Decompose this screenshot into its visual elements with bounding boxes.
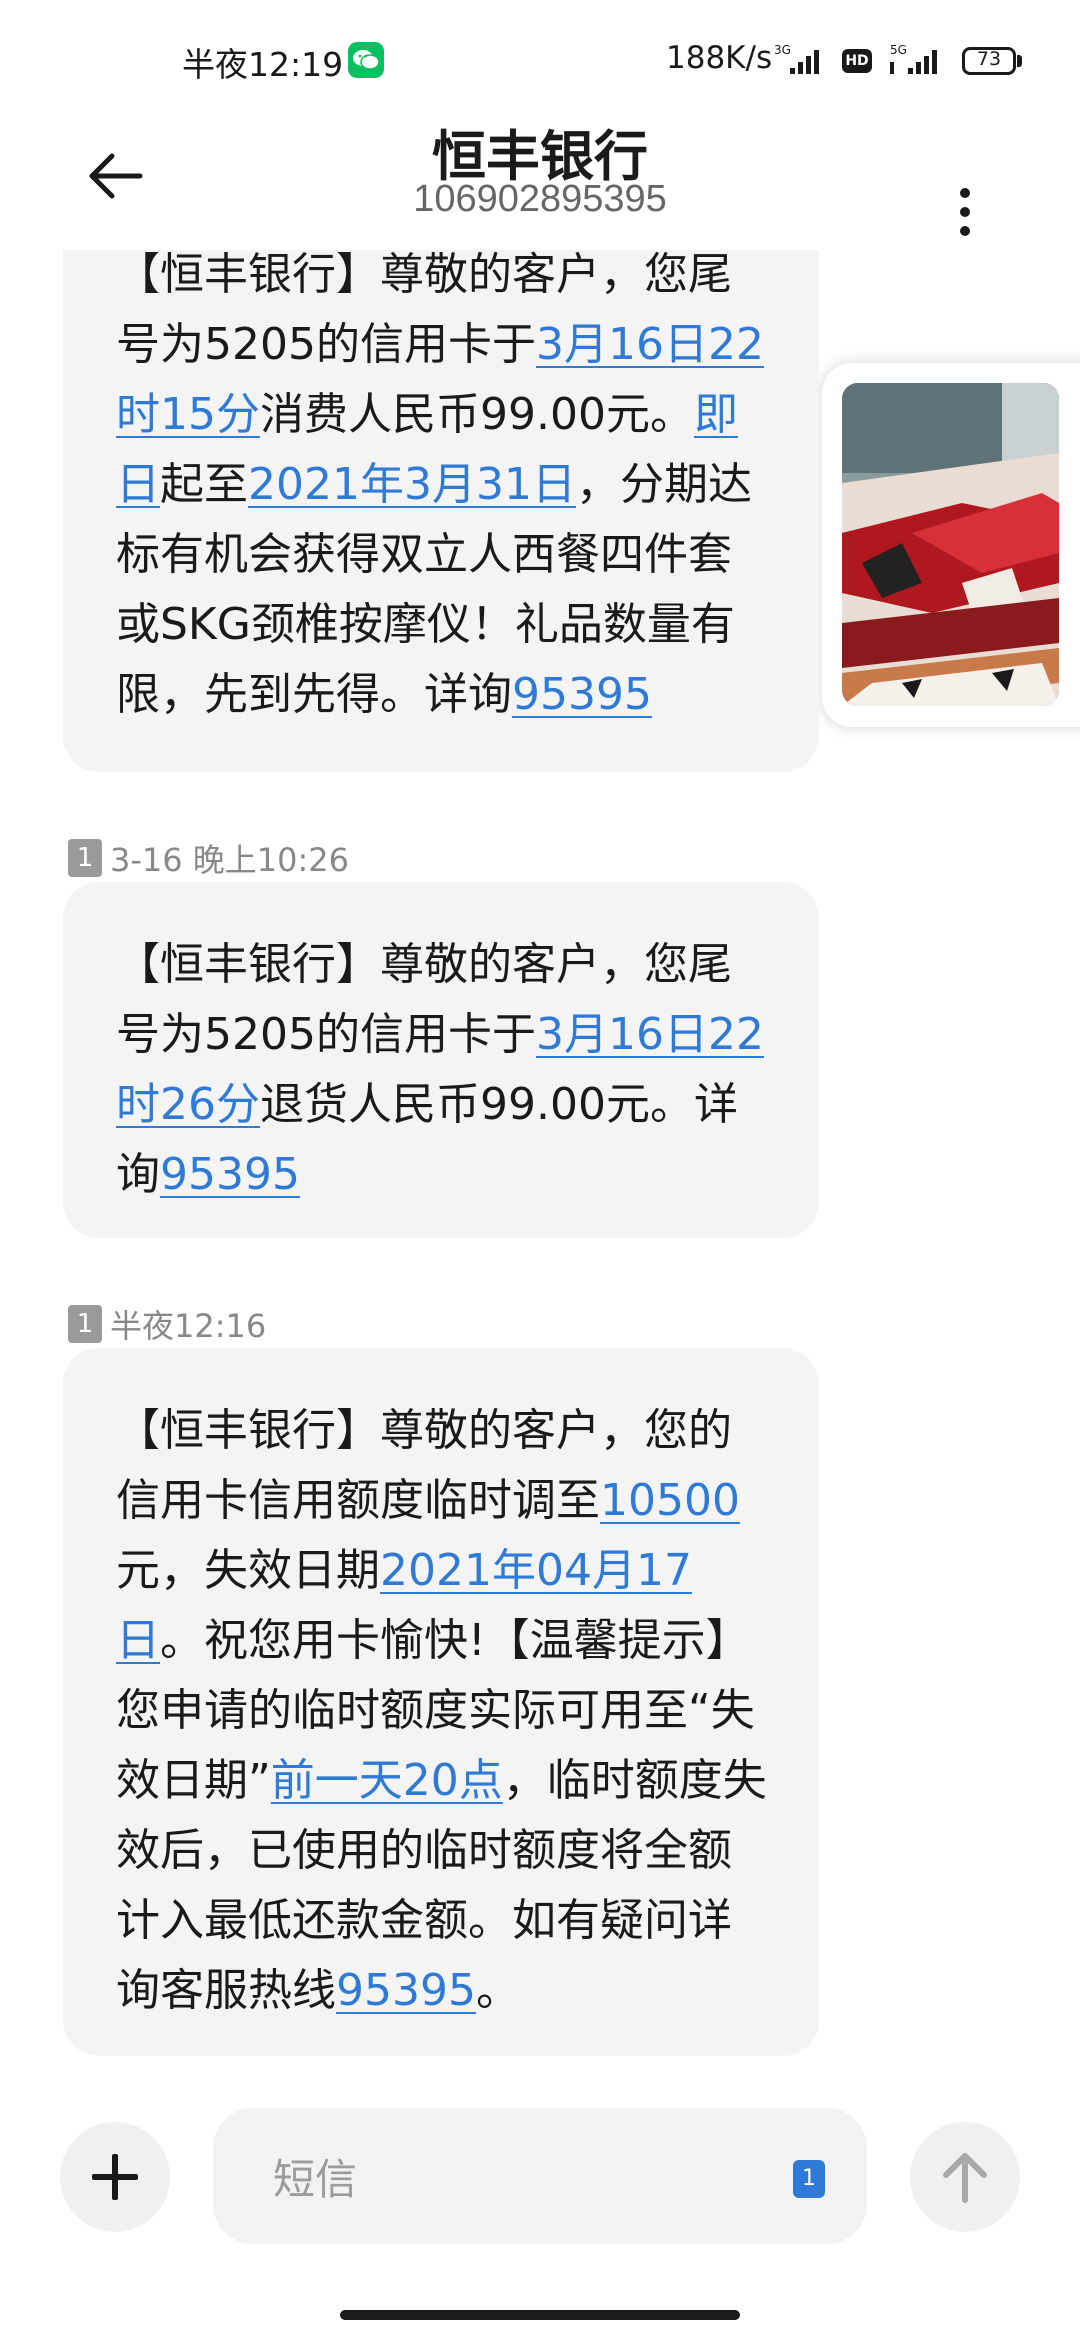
add-attachment-button[interactable] xyxy=(60,2122,170,2232)
contact-number: 106902895395 xyxy=(413,178,667,220)
send-arrow-icon xyxy=(943,2153,987,2203)
number-link[interactable]: 10500 xyxy=(600,1475,740,1526)
message-text-segment: 起至 xyxy=(160,459,248,510)
battery-icon: 73 xyxy=(962,47,1016,75)
battery-level: 73 xyxy=(976,48,1002,70)
message-timestamp: 1 半夜12:16 xyxy=(68,1301,266,1345)
conversation-header: 恒丰银行 106902895395 xyxy=(0,100,1080,250)
timestamp-text: 半夜12:16 xyxy=(110,1307,267,1345)
message-text: 【恒丰银行】尊敬的客户，您尾号为5205的信用卡于3月16日22时15分消费人民… xyxy=(116,249,764,720)
message-timestamp: 1 3-16 晚上10:26 xyxy=(68,835,349,879)
hd-badge: HD xyxy=(842,49,872,73)
message-text-segment: 。 xyxy=(475,1965,520,2016)
sms-input[interactable]: 短信 1 xyxy=(213,2108,867,2244)
sim-card-icon: 1 xyxy=(68,1305,102,1343)
signal-3g-icon: 3G xyxy=(774,43,819,74)
phone-link[interactable]: 95395 xyxy=(512,669,652,720)
sim-select-button[interactable]: 1 xyxy=(793,2160,825,2198)
message-text: 【恒丰银行】尊敬的客户，您的信用卡信用额度临时调至10500元，失效日期2021… xyxy=(116,1405,767,2016)
floating-image-preview[interactable] xyxy=(822,363,1080,727)
more-vertical-icon[interactable] xyxy=(940,140,990,236)
message-text-segment: 消费人民币99.00元。 xyxy=(260,389,694,440)
signal-5g-label: 5G xyxy=(890,43,907,57)
battery-cap xyxy=(1017,55,1022,67)
time-link[interactable]: 前一天20点 xyxy=(271,1755,503,1806)
input-placeholder: 短信 xyxy=(273,2155,358,2204)
message-text-segment: 元，失效日期 xyxy=(116,1545,380,1596)
signal-5g-icon: 5G xyxy=(890,43,937,74)
phone-link[interactable]: 95395 xyxy=(336,1965,476,2016)
send-button[interactable] xyxy=(910,2122,1020,2232)
preview-thumbnail xyxy=(842,383,1059,706)
timestamp-text: 3-16 晚上10:26 xyxy=(110,841,350,879)
wechat-icon xyxy=(348,42,384,78)
phone-link[interactable]: 95395 xyxy=(160,1149,300,1200)
date-link[interactable]: 2021年3月31日 xyxy=(248,459,576,510)
sim-card-icon: 1 xyxy=(68,839,102,877)
message-bubble[interactable]: 【恒丰银行】尊敬的客户，您尾号为5205的信用卡于3月16日22时26分退货人民… xyxy=(63,882,819,1238)
network-speed: 188K/s xyxy=(666,40,773,76)
message-text: 【恒丰银行】尊敬的客户，您尾号为5205的信用卡于3月16日22时26分退货人民… xyxy=(116,939,764,1200)
status-time: 半夜12:19 xyxy=(182,45,344,84)
message-bubble[interactable]: 【恒丰银行】尊敬的客户，您的信用卡信用额度临时调至10500元，失效日期2021… xyxy=(63,1348,819,2056)
home-indicator[interactable] xyxy=(340,2310,740,2320)
signal-3g-label: 3G xyxy=(774,43,791,57)
